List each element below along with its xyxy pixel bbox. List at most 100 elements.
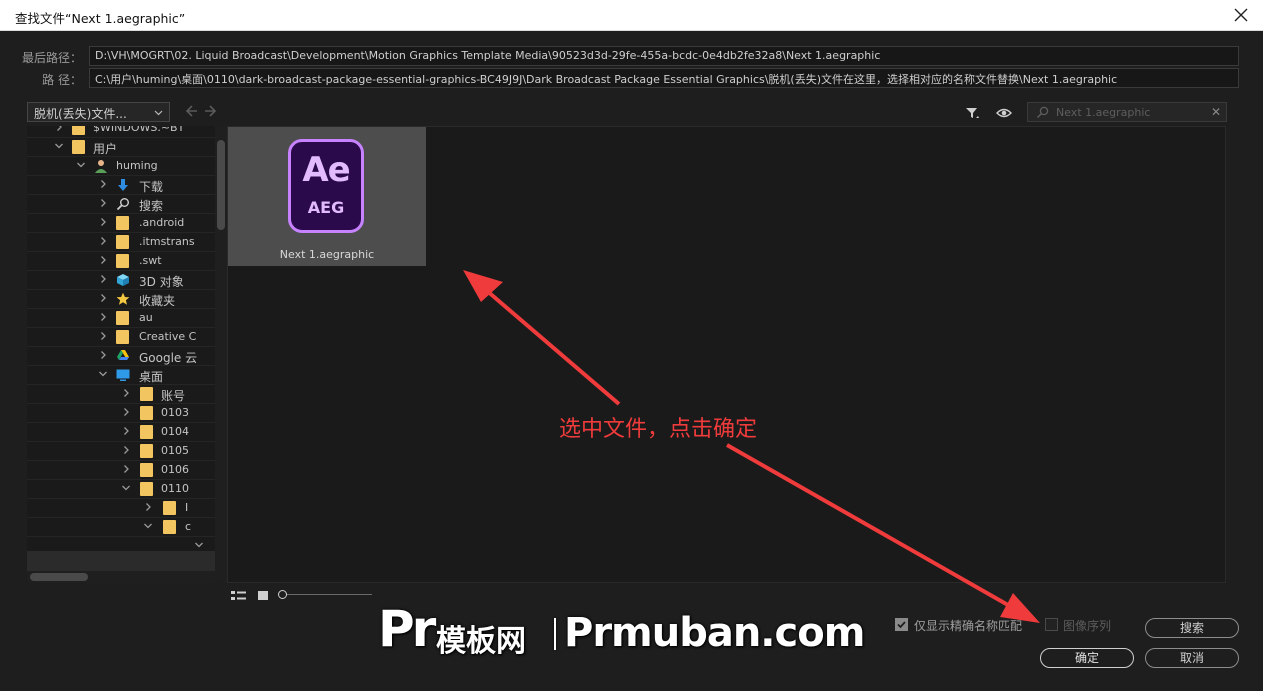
tree-item[interactable]: 账号	[27, 385, 215, 404]
chevron-right-icon[interactable]	[98, 293, 108, 303]
tree-item[interactable]: I	[27, 499, 215, 518]
file-tile[interactable]: Ae AEG Next 1.aegraphic	[228, 127, 426, 266]
tree-item-label: Creative C	[139, 330, 197, 343]
after-effects-file-icon: Ae AEG	[288, 139, 364, 233]
aeg-icon-text: AEG	[307, 198, 345, 217]
chevron-right-icon[interactable]	[98, 217, 108, 227]
tree-item[interactable]: .swt	[27, 252, 215, 271]
tree-item-label: 收藏夹	[139, 294, 176, 308]
chevron-right-icon[interactable]	[54, 126, 64, 132]
cube-icon	[116, 273, 130, 287]
back-arrow-icon[interactable]	[184, 103, 200, 119]
eye-icon[interactable]	[996, 105, 1012, 121]
tree-item[interactable]: 0106	[27, 461, 215, 480]
tree-horizontal-scrollbar[interactable]	[27, 571, 215, 583]
tree-item[interactable]: au	[27, 309, 215, 328]
tree-item[interactable]: 0103	[27, 404, 215, 423]
thumbnail-size-slider[interactable]	[278, 590, 372, 599]
tree-item[interactable]: 3D 对象	[27, 271, 215, 290]
tree-item[interactable]: 0110	[27, 480, 215, 499]
chevron-right-icon[interactable]	[98, 236, 108, 246]
chevron-right-icon[interactable]	[121, 464, 131, 474]
annotation-text: 选中文件，点击确定	[559, 417, 758, 442]
last-path-row: 最后路径： D:\VH\MOGRT\02. Liquid Broadcast\D…	[0, 46, 1263, 66]
tree-item[interactable]: 收藏夹	[27, 290, 215, 309]
file-browser-content[interactable]: Ae AEG Next 1.aegraphic	[227, 126, 1226, 583]
tree-empty-area	[27, 551, 215, 571]
file-name: Next 1.aegraphic	[279, 248, 375, 261]
search-field[interactable]: Next 1.aegraphic ✕	[1027, 102, 1227, 122]
location-dropdown[interactable]: 脱机(丢失)文件...	[27, 102, 170, 122]
scrollbar-thumb[interactable]	[30, 573, 88, 581]
folder-icon	[72, 126, 86, 135]
search-icon	[116, 197, 130, 211]
chevron-down-icon[interactable]	[194, 540, 204, 550]
chevron-right-icon[interactable]	[143, 502, 153, 512]
title-bar: 查找文件“Next 1.aegraphic”	[0, 0, 1263, 31]
forward-arrow-icon[interactable]	[202, 103, 218, 119]
chevron-right-icon[interactable]	[98, 331, 108, 341]
list-view-icon[interactable]	[231, 589, 247, 603]
chevron-down-icon[interactable]	[98, 369, 108, 379]
tree-item[interactable]: 下载	[27, 176, 215, 195]
chevron-right-icon[interactable]	[121, 426, 131, 436]
exact-match-checkbox[interactable]	[895, 618, 908, 631]
tree-item-label: $WINDOWS.~BT	[93, 126, 185, 134]
user-icon	[94, 159, 108, 173]
tree-item-label: .itmstrans	[139, 235, 195, 248]
slider-knob[interactable]	[278, 590, 287, 599]
chevron-right-icon[interactable]	[121, 388, 131, 398]
search-button[interactable]: 搜索	[1145, 618, 1239, 638]
clear-search-icon[interactable]: ✕	[1211, 105, 1221, 119]
tree-item[interactable]: 用户	[27, 138, 215, 157]
icon-view-icon[interactable]	[257, 589, 269, 603]
close-icon[interactable]	[1231, 5, 1251, 25]
folder-icon	[140, 387, 154, 401]
tree-vertical-scrollbar[interactable]	[215, 126, 227, 582]
image-sequence-label: 图像序列	[1063, 619, 1112, 633]
tree-item[interactable]: 搜索	[27, 195, 215, 214]
chevron-right-icon[interactable]	[98, 274, 108, 284]
chevron-right-icon[interactable]	[98, 179, 108, 189]
tree-item[interactable]: c	[27, 518, 215, 537]
chevron-right-icon[interactable]	[98, 312, 108, 322]
chevron-right-icon[interactable]	[121, 445, 131, 455]
folder-icon	[116, 216, 130, 230]
path-label: 路 径：	[42, 73, 82, 87]
folder-icon	[140, 406, 154, 420]
chevron-right-icon[interactable]	[98, 350, 108, 360]
chevron-down-icon[interactable]	[76, 160, 86, 170]
folder-icon	[116, 330, 130, 344]
chevron-down-icon[interactable]	[54, 141, 64, 151]
watermark-site-name: 模板网	[436, 624, 526, 659]
filter-icon[interactable]	[964, 105, 980, 121]
folder-icon	[140, 425, 154, 439]
tree-item[interactable]: .itmstrans	[27, 233, 215, 252]
tree-item[interactable]: 0104	[27, 423, 215, 442]
tree-item[interactable]: Creative C	[27, 328, 215, 347]
image-sequence-checkbox[interactable]	[1045, 618, 1058, 631]
chevron-down-icon[interactable]	[121, 483, 131, 493]
tree-item-label: I	[185, 501, 189, 514]
tree-item[interactable]: .android	[27, 214, 215, 233]
tree-item[interactable]: Google 云	[27, 347, 215, 366]
tree-item[interactable]: 0105	[27, 442, 215, 461]
download-icon	[116, 178, 130, 192]
cancel-button[interactable]: 取消	[1145, 648, 1239, 668]
tree-item-label: .swt	[139, 254, 162, 267]
tree-item-label: c	[185, 520, 192, 533]
chevron-down-icon[interactable]	[143, 521, 153, 531]
search-icon	[1037, 106, 1049, 118]
tree-item[interactable]: huming	[27, 157, 215, 176]
tree-item[interactable]: $WINDOWS.~BT	[27, 126, 215, 138]
ok-button[interactable]: 确定	[1040, 648, 1134, 668]
tree-item-label: 0106	[161, 463, 189, 476]
chevron-right-icon[interactable]	[121, 407, 131, 417]
chevron-right-icon[interactable]	[98, 255, 108, 265]
scrollbar-thumb[interactable]	[217, 140, 225, 230]
folder-icon	[116, 254, 130, 268]
tree-item[interactable]: 桌面	[27, 366, 215, 385]
folder-tree[interactable]: $WINDOWS.~BT 用户 huming 下载 搜索 .android .itmstra…	[27, 126, 215, 582]
chevron-right-icon[interactable]	[98, 198, 108, 208]
ae-icon-text: Ae	[302, 150, 350, 190]
